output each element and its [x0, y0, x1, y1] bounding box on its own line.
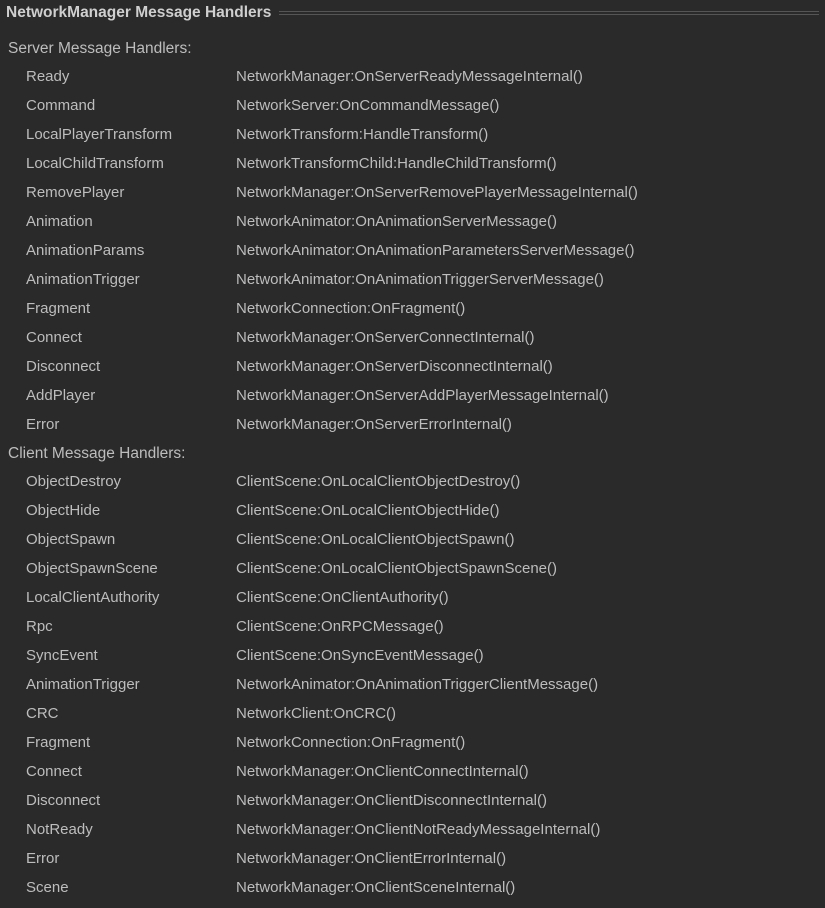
server-value: NetworkManager:OnServerRemovePlayerMessa… — [236, 181, 638, 205]
client-section-heading: Client Message Handlers: — [6, 439, 819, 467]
server-row: AnimationParamsNetworkAnimator:OnAnimati… — [6, 236, 819, 265]
client-value: ClientScene:OnLocalClientObjectSpawnScen… — [236, 557, 557, 581]
server-row: LocalPlayerTransformNetworkTransform:Han… — [6, 120, 819, 149]
client-value: NetworkManager:OnClientErrorInternal() — [236, 847, 506, 871]
server-handlers-list: ReadyNetworkManager:OnServerReadyMessage… — [6, 62, 819, 439]
client-value: NetworkManager:OnClientNotReadyMessageIn… — [236, 818, 600, 842]
client-label: Error — [26, 847, 236, 871]
client-value: ClientScene:OnLocalClientObjectDestroy() — [236, 470, 520, 494]
server-value: NetworkManager:OnServerAddPlayerMessageI… — [236, 384, 609, 408]
client-label: ObjectHide — [26, 499, 236, 523]
client-label: Rpc — [26, 615, 236, 639]
server-value: NetworkManager:OnServerErrorInternal() — [236, 413, 512, 437]
server-row: CommandNetworkServer:OnCommandMessage() — [6, 91, 819, 120]
panel-title: NetworkManager Message Handlers — [6, 4, 271, 22]
client-value: NetworkAnimator:OnAnimationTriggerClient… — [236, 673, 598, 697]
server-label: Ready — [26, 65, 236, 89]
server-value: NetworkAnimator:OnAnimationParametersSer… — [236, 239, 634, 263]
client-label: AnimationTrigger — [26, 673, 236, 697]
server-label: AnimationParams — [26, 239, 236, 263]
server-row: ConnectNetworkManager:OnServerConnectInt… — [6, 323, 819, 352]
client-row: SyncEventClientScene:OnSyncEventMessage(… — [6, 641, 819, 670]
client-label: ObjectSpawn — [26, 528, 236, 552]
client-value: NetworkManager:OnClientConnectInternal() — [236, 760, 529, 784]
server-row: RemovePlayerNetworkManager:OnServerRemov… — [6, 178, 819, 207]
client-row: LocalClientAuthorityClientScene:OnClient… — [6, 583, 819, 612]
server-value: NetworkServer:OnCommandMessage() — [236, 94, 499, 118]
server-section-heading: Server Message Handlers: — [6, 38, 819, 62]
server-label: AnimationTrigger — [26, 268, 236, 292]
server-label: Connect — [26, 326, 236, 350]
client-label: ObjectSpawnScene — [26, 557, 236, 581]
client-row: FragmentNetworkConnection:OnFragment() — [6, 728, 819, 757]
panel-header: NetworkManager Message Handlers — [0, 0, 825, 24]
server-label: Animation — [26, 210, 236, 234]
client-row: ObjectHideClientScene:OnLocalClientObjec… — [6, 496, 819, 525]
client-label: NotReady — [26, 818, 236, 842]
server-value: NetworkManager:OnServerDisconnectInterna… — [236, 355, 553, 379]
client-row: DisconnectNetworkManager:OnClientDisconn… — [6, 786, 819, 815]
server-label: Error — [26, 413, 236, 437]
client-value: NetworkConnection:OnFragment() — [236, 731, 465, 755]
server-row: ReadyNetworkManager:OnServerReadyMessage… — [6, 62, 819, 91]
server-label: RemovePlayer — [26, 181, 236, 205]
client-row: ConnectNetworkManager:OnClientConnectInt… — [6, 757, 819, 786]
server-value: NetworkTransformChild:HandleChildTransfo… — [236, 152, 557, 176]
header-rule — [279, 11, 819, 15]
server-row: FragmentNetworkConnection:OnFragment() — [6, 294, 819, 323]
client-label: CRC — [26, 702, 236, 726]
server-value: NetworkManager:OnServerReadyMessageInter… — [236, 65, 583, 89]
server-label: Command — [26, 94, 236, 118]
server-value: NetworkAnimator:OnAnimationTriggerServer… — [236, 268, 604, 292]
client-value: ClientScene:OnSyncEventMessage() — [236, 644, 484, 668]
server-label: AddPlayer — [26, 384, 236, 408]
client-label: Fragment — [26, 731, 236, 755]
client-row: ErrorNetworkManager:OnClientErrorInterna… — [6, 844, 819, 873]
server-row: AnimationTriggerNetworkAnimator:OnAnimat… — [6, 265, 819, 294]
client-value: NetworkClient:OnCRC() — [236, 702, 396, 726]
client-label: Connect — [26, 760, 236, 784]
client-label: Disconnect — [26, 789, 236, 813]
server-row: DisconnectNetworkManager:OnServerDisconn… — [6, 352, 819, 381]
client-label: LocalClientAuthority — [26, 586, 236, 610]
client-handlers-list: ObjectDestroyClientScene:OnLocalClientOb… — [6, 467, 819, 902]
client-value: NetworkManager:OnClientSceneInternal() — [236, 876, 515, 900]
client-row: CRCNetworkClient:OnCRC() — [6, 699, 819, 728]
server-label: Fragment — [26, 297, 236, 321]
server-value: NetworkConnection:OnFragment() — [236, 297, 465, 321]
client-value: ClientScene:OnClientAuthority() — [236, 586, 449, 610]
server-label: LocalPlayerTransform — [26, 123, 236, 147]
client-row: ObjectDestroyClientScene:OnLocalClientOb… — [6, 467, 819, 496]
client-row: AnimationTriggerNetworkAnimator:OnAnimat… — [6, 670, 819, 699]
server-row: ErrorNetworkManager:OnServerErrorInterna… — [6, 410, 819, 439]
server-label: Disconnect — [26, 355, 236, 379]
client-row: ObjectSpawnSceneClientScene:OnLocalClien… — [6, 554, 819, 583]
server-row: AnimationNetworkAnimator:OnAnimationServ… — [6, 207, 819, 236]
client-label: ObjectDestroy — [26, 470, 236, 494]
client-row: RpcClientScene:OnRPCMessage() — [6, 612, 819, 641]
client-value: ClientScene:OnLocalClientObjectHide() — [236, 499, 499, 523]
client-row: ObjectSpawnClientScene:OnLocalClientObje… — [6, 525, 819, 554]
server-row: LocalChildTransformNetworkTransformChild… — [6, 149, 819, 178]
client-label: Scene — [26, 876, 236, 900]
server-row: AddPlayerNetworkManager:OnServerAddPlaye… — [6, 381, 819, 410]
server-value: NetworkAnimator:OnAnimationServerMessage… — [236, 210, 557, 234]
server-value: NetworkTransform:HandleTransform() — [236, 123, 488, 147]
client-label: SyncEvent — [26, 644, 236, 668]
client-row: NotReadyNetworkManager:OnClientNotReadyM… — [6, 815, 819, 844]
client-value: NetworkManager:OnClientDisconnectInterna… — [236, 789, 547, 813]
client-value: ClientScene:OnLocalClientObjectSpawn() — [236, 528, 514, 552]
client-value: ClientScene:OnRPCMessage() — [236, 615, 444, 639]
panel-content: Server Message Handlers: ReadyNetworkMan… — [0, 24, 825, 908]
server-label: LocalChildTransform — [26, 152, 236, 176]
server-value: NetworkManager:OnServerConnectInternal() — [236, 326, 534, 350]
client-row: SceneNetworkManager:OnClientSceneInterna… — [6, 873, 819, 902]
